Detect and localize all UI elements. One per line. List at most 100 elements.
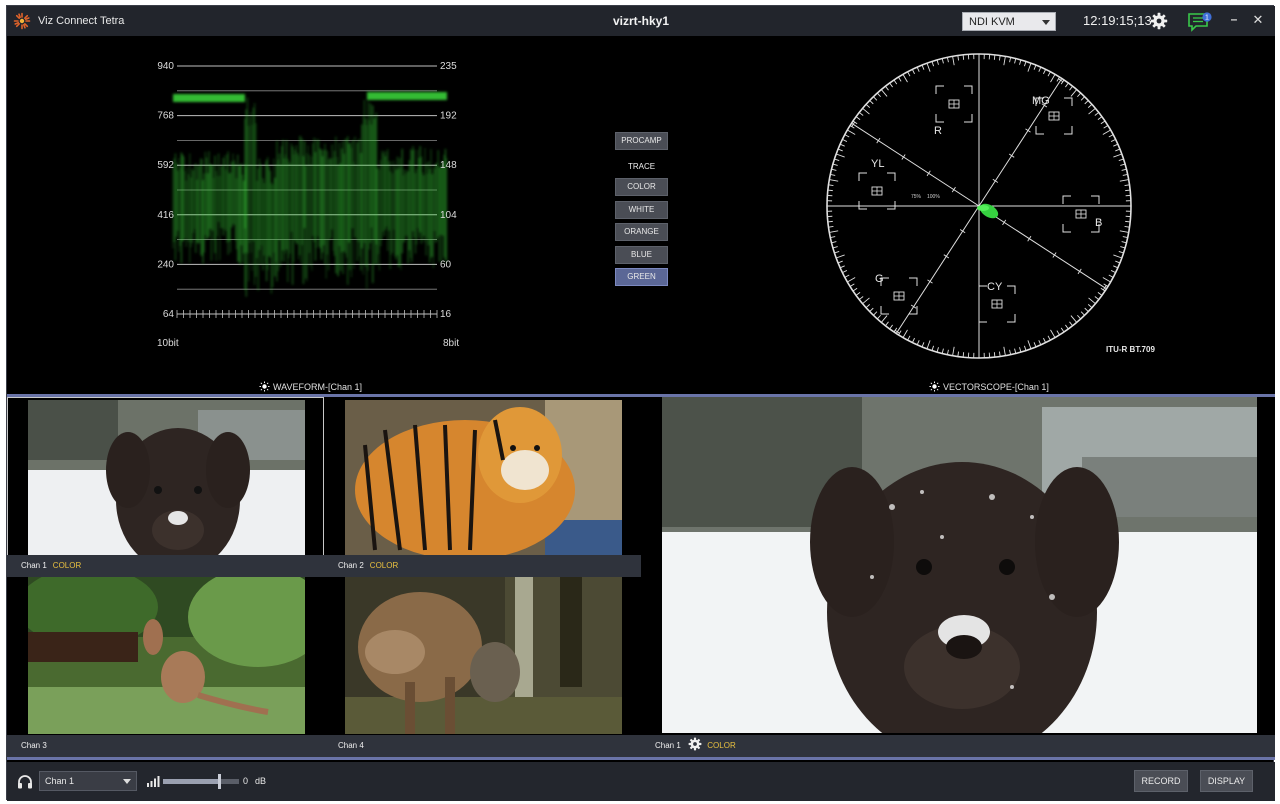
vectorscope-tick [992, 178, 999, 183]
waveform-right-tick: 104 [440, 210, 457, 221]
display-button[interactable]: DISPLAY [1200, 770, 1253, 792]
volume-slider[interactable] [163, 774, 239, 789]
vectorscope-tick [1070, 89, 1078, 97]
headphones-icon[interactable] [17, 774, 33, 789]
channel-tile-4[interactable]: Chan 4 [324, 577, 641, 757]
audio-channel-select[interactable]: Chan 1 [39, 771, 137, 791]
channel-tile-3[interactable]: Chan 3 [7, 577, 324, 757]
minimize-button[interactable]: – [1227, 12, 1241, 28]
vectorscope-tick [1100, 120, 1106, 125]
vectorscope-tick [927, 279, 933, 284]
channel-1-caption: Chan 1 COLOR [7, 555, 324, 577]
vectorscope-tick [1065, 324, 1069, 330]
vectorscope-tick [1027, 340, 1032, 349]
vectorscope-tick [926, 340, 931, 349]
messages-icon[interactable]: 1 [1187, 12, 1213, 32]
source-select[interactable]: NDI KVM [962, 12, 1056, 31]
viz-logo-icon [13, 12, 31, 30]
vectorscope: R MG B CY G YL 75% 100% ITU-R BT.709 [826, 53, 1155, 359]
vectorscope-tick [1060, 327, 1065, 333]
channel-tile-1[interactable]: Chan 1 COLOR [7, 397, 324, 577]
vectorscope-tick [916, 66, 920, 72]
vectorscope-label[interactable]: VECTORSCOPE-[Chan 1] [929, 381, 1049, 392]
message-count: 1 [1205, 14, 1209, 21]
volume-slider-thumb[interactable] [217, 774, 221, 789]
vectorscope-tick [876, 314, 881, 320]
title-bar: Viz Connect Tetra vizrt-hky1 NDI KVM 12:… [7, 6, 1275, 36]
chevron-down-icon [123, 779, 131, 784]
vectorscope-target-bracket [1091, 195, 1100, 204]
close-button[interactable]: ✕ [1251, 12, 1265, 28]
vectorscope-tick [1056, 330, 1060, 336]
channel-1-video [28, 400, 305, 555]
vectorscope-tick [1043, 337, 1047, 343]
vectorscope-tick [1003, 56, 1006, 66]
record-button[interactable]: RECORD [1134, 770, 1188, 792]
gear-icon[interactable] [688, 737, 702, 751]
vectorscope-tick [832, 246, 838, 249]
vectorscope-tick [1113, 153, 1122, 158]
vectorscope-target-bracket [887, 201, 896, 210]
vectorscope-target-label: CY [987, 281, 1003, 293]
vectorscope-tick [946, 349, 949, 355]
scopes-panel: 940 235 768 192 592 148 416 104 240 60 64 16 10bit 8b… [7, 36, 1275, 394]
trace-color-button[interactable]: COLOR [615, 178, 668, 196]
channel-tile-2[interactable]: Chan 2 COLOR [324, 397, 641, 577]
gear-icon[interactable] [1150, 12, 1168, 30]
program-preview[interactable]: Chan 1 COLOR [641, 397, 1275, 757]
channel-3-caption: Chan 3 [7, 735, 324, 757]
vectorscope-tick [1102, 129, 1111, 135]
brightness-icon [259, 381, 270, 392]
brightness-icon [929, 381, 940, 392]
vectorscope-target-bracket [978, 285, 987, 294]
vectorscope-tick [837, 260, 843, 264]
vectorscope-tick [869, 100, 874, 105]
volume-slider-fill [163, 779, 218, 784]
vectorscope-tick [1084, 100, 1089, 105]
vectorscope-target-bracket [1007, 314, 1016, 323]
vectorscope-tick [834, 158, 840, 162]
trace-white-button[interactable]: WHITE [615, 200, 668, 219]
vectorscope-tick [1115, 260, 1121, 264]
vectorscope-tick [952, 346, 955, 356]
program-video [662, 397, 1257, 733]
vectorscope-target-bracket [887, 172, 896, 181]
vectorscope-tick [1087, 103, 1093, 108]
vectorscope-target-bracket [1064, 126, 1073, 135]
waveform-left-unit: 10bit [157, 338, 179, 349]
vectorscope-tick [865, 103, 871, 108]
trace-blue-button[interactable]: BLUE [615, 245, 668, 264]
vectorscope-tick [842, 270, 848, 274]
bottom-bar: Chan 1 0 dB RECORD DISPLAY [7, 762, 1275, 801]
vectorscope-tick [828, 184, 834, 186]
vectorscope-tick [1038, 340, 1042, 346]
vectorscope-tick [993, 54, 996, 60]
vectorscope-tick [999, 351, 1001, 357]
vectorscope-tick [1084, 307, 1089, 312]
vectorscope-tick [847, 129, 856, 135]
trace-green-button[interactable]: GREEN [615, 268, 668, 286]
volume-meter-icon [147, 776, 160, 787]
waveform-right-tick: 16 [440, 309, 452, 320]
vectorscope-tick [836, 254, 845, 259]
procamp-button[interactable]: PROCAMP [615, 132, 668, 150]
source-select-value: NDI KVM [969, 16, 1015, 28]
vectorscope-target-bracket [1035, 126, 1044, 135]
waveform-label[interactable]: WAVEFORM-[Chan 1] [259, 381, 362, 392]
vectorscope-tick [836, 153, 845, 158]
vectorscope-tick [931, 345, 935, 351]
vectorscope-tick [1033, 342, 1037, 348]
vectorscope-target-bracket [858, 201, 867, 210]
vectorscope-tick [962, 352, 965, 358]
vectorscope-tick [1014, 348, 1017, 354]
trace-orange-button[interactable]: ORANGE [615, 223, 668, 241]
vectorscope-tick [831, 168, 837, 171]
vectorscope-tick [1125, 189, 1131, 192]
vectorscope-tick [941, 58, 944, 64]
vectorscope-tick [827, 189, 833, 192]
vectorscope-tick [1014, 58, 1017, 64]
vectorscope-tick [876, 137, 881, 144]
vectorscope-tick [1120, 163, 1126, 166]
vectorscope-tick [1025, 128, 1031, 133]
waveform-scope: 940 235 768 192 592 148 416 104 240 60 64 16 10bit 8b… [157, 61, 459, 349]
